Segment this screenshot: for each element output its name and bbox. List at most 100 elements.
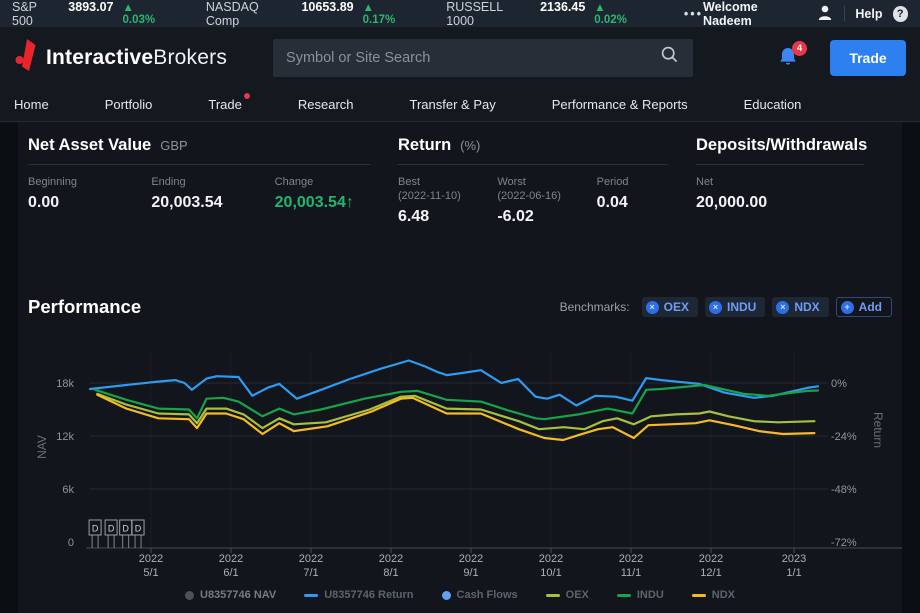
benchmark-pill-ndx[interactable]: ×NDX [772, 297, 828, 317]
brand-name: InteractiveBrokers [46, 46, 227, 70]
welcome-text: Welcome Nadeem [703, 0, 806, 28]
benchmark-pill-oex[interactable]: × OEX [642, 297, 698, 317]
deposit-flag-label: D [122, 524, 129, 534]
x-tick-day: 12/1 [700, 567, 721, 579]
legend-line-swatch [304, 594, 318, 597]
x-tick-day: 9/1 [463, 567, 478, 579]
field-value: 20,000.00 [696, 194, 767, 212]
legend-item-u8357746-nav[interactable]: U8357746 NAV [185, 589, 276, 601]
summary-field: Change 20,003.54↑ [275, 175, 398, 212]
legend-item-cash-flows[interactable]: Cash Flows [442, 589, 518, 601]
legend-label: Cash Flows [457, 589, 518, 601]
x-tick-year: 2022 [619, 553, 643, 565]
pill-label: OEX [664, 300, 689, 314]
x-tick-day: 8/1 [383, 567, 398, 579]
nav-axis-tick: 0 [68, 537, 74, 549]
field-sub-date: (2022-06-16) [497, 189, 596, 203]
legend-dot-swatch [185, 591, 194, 600]
legend-line-swatch [617, 594, 631, 597]
pill-label: Add [859, 300, 882, 314]
legend-label: NDX [712, 589, 735, 601]
return-axis-tick: -72% [831, 537, 857, 549]
ticker-more-button[interactable]: ••• [684, 7, 703, 21]
legend-item-ndx[interactable]: NDX [692, 589, 735, 601]
x-tick-day: 7/1 [303, 567, 318, 579]
plus-icon[interactable]: + [841, 301, 854, 314]
nav-item-transfer-pay[interactable]: Transfer & Pay [410, 97, 496, 112]
help-icon[interactable]: ? [893, 6, 909, 22]
nav-axis-tick: 6k [62, 484, 74, 496]
series-line-oex[interactable] [97, 394, 814, 429]
divider [696, 164, 864, 165]
pill-label: INDU [727, 300, 756, 314]
field-label: Change [275, 175, 398, 189]
section-title: Return [398, 136, 451, 155]
x-tick-year: 2022 [299, 553, 323, 565]
main-nav: Home Portfolio Trade Research Transfer & Pay… [0, 88, 920, 122]
nav-item-performance-reports[interactable]: Performance & Reports [552, 97, 688, 112]
close-icon[interactable]: × [646, 301, 659, 314]
trade-button[interactable]: Trade [830, 40, 906, 76]
chart-legend: U8357746 NAV U8357746 Return Cash Flows OEX… [0, 589, 920, 601]
ticker-indices: S&P 5003893.07▲ 0.03% NASDAQ Comp10653.89… [12, 0, 678, 28]
nav-item-education[interactable]: Education [744, 97, 802, 112]
summary-field: Ending20,003.54 [151, 175, 274, 212]
legend-line-swatch [546, 594, 560, 597]
ticker-index[interactable]: S&P 5003893.07▲ 0.03% [12, 0, 168, 28]
benchmark-pill-indu[interactable]: × INDU [705, 297, 765, 317]
close-icon[interactable]: × [776, 301, 789, 314]
search-input[interactable] [286, 50, 660, 66]
ticker-index[interactable]: NASDAQ Comp10653.89▲ 0.17% [206, 0, 408, 28]
divider [398, 164, 668, 165]
return-axis-tick: -48% [831, 484, 857, 496]
add-benchmark-button[interactable]: + Add [836, 297, 892, 317]
field-label: Ending [151, 175, 274, 189]
close-icon[interactable]: × [709, 301, 722, 314]
legend-label: U8357746 Return [324, 589, 413, 601]
x-tick-day: 11/1 [621, 567, 642, 579]
market-ticker-bar: S&P 5003893.07▲ 0.03% NASDAQ Comp10653.89… [0, 0, 920, 27]
return-section: Return (%) Best(2022-11-10)6.48Worst(202… [398, 136, 696, 226]
nav-item-home[interactable]: Home [14, 97, 49, 112]
legend-item-indu[interactable]: INDU [617, 589, 664, 601]
user-icon[interactable] [816, 4, 834, 24]
summary-field: Best(2022-11-10)6.48 [398, 175, 497, 226]
nav-item-trade[interactable]: Trade [208, 97, 241, 112]
deposit-flag-label: D [92, 524, 99, 534]
legend-item-oex[interactable]: OEX [546, 589, 589, 601]
nav-item-portfolio[interactable]: Portfolio [105, 97, 153, 112]
legend-dot-swatch [442, 591, 451, 600]
help-link[interactable]: Help [855, 7, 882, 21]
index-name: S&P 500 [12, 0, 59, 28]
site-search[interactable] [273, 39, 693, 77]
field-value: 6.48 [398, 208, 497, 226]
nav-axis-tick: 18k [56, 378, 74, 390]
brand-logo[interactable]: InteractiveBrokers [14, 39, 227, 76]
index-change: ▲ 0.17% [363, 2, 409, 26]
nav-item-research[interactable]: Research [298, 97, 354, 112]
x-tick-day: 5/1 [143, 567, 158, 579]
summary-field: Worst(2022-06-16) -6.02 [497, 175, 596, 226]
return-axis-tick: -24% [831, 431, 857, 443]
performance-header: Performance Benchmarks: ×OEX×INDU×NDX+Ad… [28, 296, 892, 318]
index-change: ▲ 0.03% [122, 2, 167, 26]
ibkr-logo-icon [14, 39, 38, 76]
benchmarks-bar: Benchmarks: × OEX × INDU ×NDX + Add [560, 297, 892, 317]
deposit-flag-label: D [135, 524, 142, 534]
benchmarks-label: Benchmarks: [560, 300, 630, 314]
search-icon[interactable] [660, 45, 680, 70]
x-tick-year: 2023 [782, 553, 806, 565]
account-summary: Net Asset Value GBP Beginning0.00Ending2… [28, 136, 892, 226]
legend-item-u8357746-return[interactable]: U8357746 Return [304, 589, 413, 601]
summary-field: Period0.04 [597, 175, 696, 226]
field-value: -6.02 [497, 208, 596, 226]
field-label: Worst [497, 175, 596, 189]
field-label: Period [597, 175, 696, 189]
x-tick-year: 2022 [379, 553, 403, 565]
ticker-index[interactable]: RUSSELL 10002136.45▲ 0.02% [446, 0, 640, 28]
notifications-bell[interactable]: 4 [776, 45, 800, 71]
deposits-withdrawals-section: Deposits/Withdrawals Net20,000.00 [696, 136, 892, 226]
field-value: 20,003.54↑ [275, 194, 398, 212]
section-title: Deposits/Withdrawals [696, 136, 867, 155]
performance-chart[interactable]: 18k12k6k00%-24%-48%-72%NAVReturn20225/12… [0, 330, 920, 613]
